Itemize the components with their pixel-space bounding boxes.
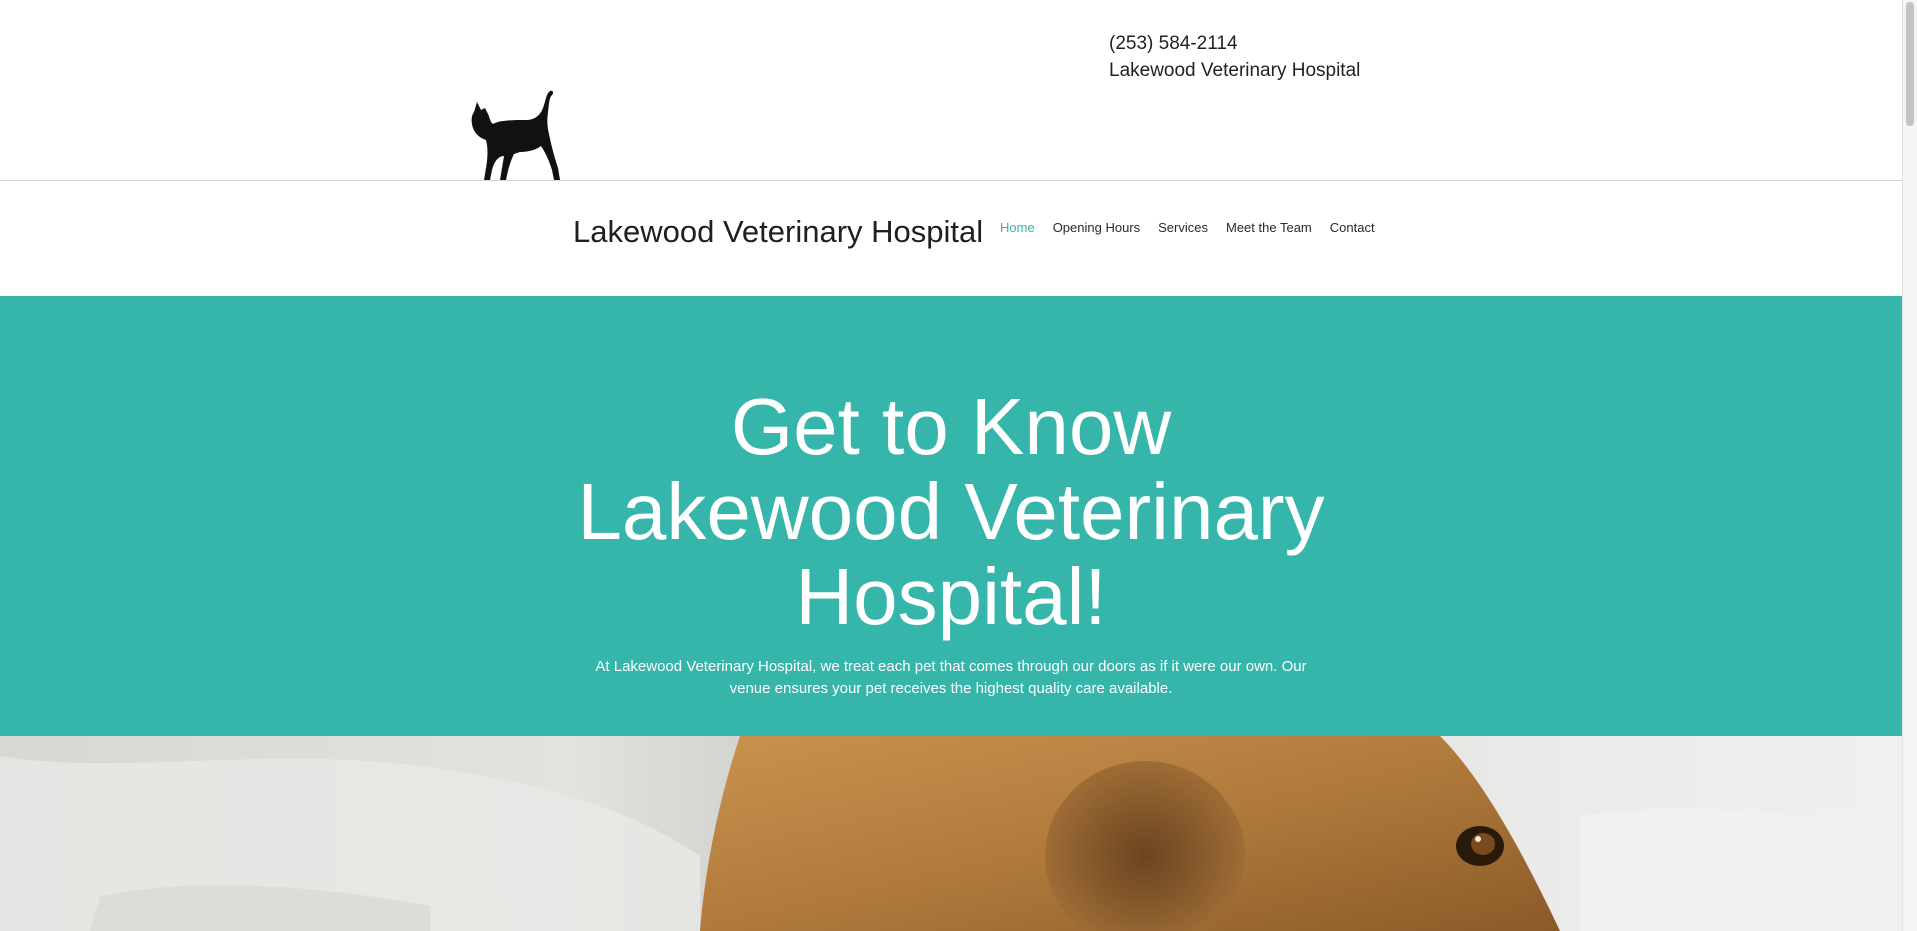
hero-subtitle: At Lakewood Veterinary Hospital, we trea… bbox=[595, 658, 1307, 697]
nav-item-services[interactable]: Services bbox=[1158, 220, 1208, 235]
top-bar: (253) 584-2114 Lakewood Veterinary Hospi… bbox=[0, 0, 1902, 180]
dog-image bbox=[0, 736, 1902, 931]
contact-block: (253) 584-2114 Lakewood Veterinary Hospi… bbox=[1109, 30, 1360, 84]
nav-bar: Lakewood Veterinary Hospital Home Openin… bbox=[0, 181, 1902, 296]
business-name: Lakewood Veterinary Hospital bbox=[1109, 60, 1361, 81]
scrollbar-thumb[interactable] bbox=[1906, 2, 1914, 126]
nav-item-home[interactable]: Home bbox=[1000, 220, 1035, 235]
nav-item-contact[interactable]: Contact bbox=[1330, 220, 1375, 235]
viewport: (253) 584-2114 Lakewood Veterinary Hospi… bbox=[0, 0, 1902, 931]
hero-title: Get to Know Lakewood Veterinary Hospital… bbox=[577, 382, 1325, 641]
phone-number[interactable]: (253) 584-2114 bbox=[1109, 30, 1360, 57]
nav-item-meet-the-team[interactable]: Meet the Team bbox=[1226, 220, 1312, 235]
nav-item-opening-hours[interactable]: Opening Hours bbox=[1053, 220, 1140, 235]
hero-dog-photo bbox=[0, 736, 1902, 931]
cat-silhouette-icon bbox=[471, 90, 560, 180]
site-title[interactable]: Lakewood Veterinary Hospital bbox=[573, 214, 983, 250]
main-nav: Home Opening Hours Services Meet the Tea… bbox=[1000, 220, 1375, 235]
hero-section: Get to Know Lakewood Veterinary Hospital… bbox=[0, 296, 1902, 736]
vertical-scrollbar[interactable] bbox=[1902, 0, 1917, 931]
